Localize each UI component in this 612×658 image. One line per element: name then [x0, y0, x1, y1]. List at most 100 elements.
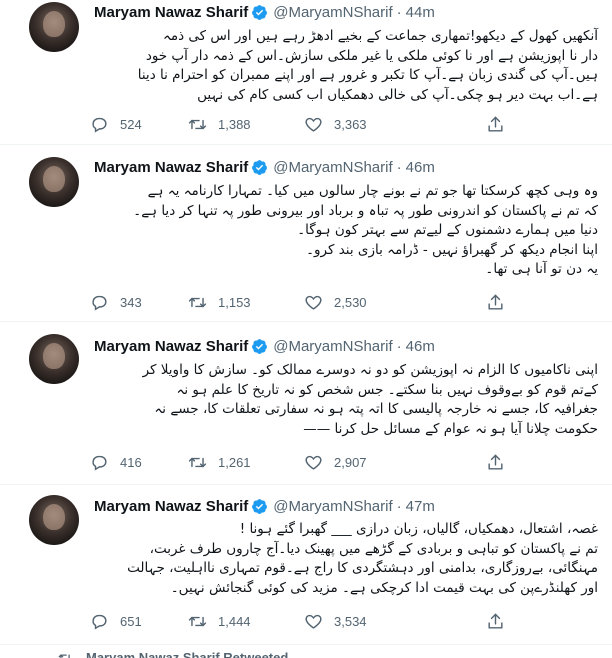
- reply-button[interactable]: 416: [90, 453, 142, 472]
- heart-icon: [305, 614, 322, 629]
- share-icon: [488, 454, 503, 470]
- tweet-header: Maryam Nawaz Sharif @MaryamNSharif · 46m: [94, 159, 435, 176]
- verified-badge-icon: [252, 5, 268, 20]
- tweet-text-line: اپنی ناکامیوں کا الزام نہ اپوزیشن کو دو …: [142, 362, 598, 378]
- reply-icon: [92, 614, 107, 630]
- like-button[interactable]: 2,907: [304, 453, 367, 472]
- like-count: 3,534: [334, 614, 367, 629]
- author-name[interactable]: Maryam Nawaz Sharif: [94, 159, 248, 176]
- tweet-text-line: آنکھیں کھول کے دیکھو!تمھاری جماعت کے بخی…: [162, 28, 598, 44]
- share-button[interactable]: [486, 612, 516, 631]
- share-button[interactable]: [486, 293, 516, 312]
- separator-dot: ·: [396, 159, 402, 176]
- separator-dot: ·: [396, 338, 402, 355]
- like-count: 2,907: [334, 455, 367, 470]
- tweet-text-line: حکومت چلانا آیا ہو نہ عوام کے مسائل حل ک…: [303, 420, 598, 437]
- retweet-button[interactable]: 1,261: [188, 453, 251, 472]
- tweet-text: غصہ، اشتعال، دھمکیاں، گالیاں، زبان درازی…: [94, 520, 598, 598]
- timestamp[interactable]: 44m: [406, 4, 435, 21]
- timestamp[interactable]: 46m: [406, 338, 435, 355]
- avatar[interactable]: [29, 334, 79, 384]
- share-button[interactable]: [486, 115, 516, 134]
- tweet-text: اپنی ناکامیوں کا الزام نہ اپوزیشن کو دو …: [94, 361, 598, 439]
- tweet-text-line: دنیا میں ہمارے دشمنوں کے لیےتم سے بہتر ک…: [297, 222, 598, 238]
- tweet[interactable]: Maryam Nawaz Sharif @MaryamNSharif · 47m…: [0, 485, 612, 645]
- reply-button[interactable]: 651: [90, 612, 142, 631]
- retweet-icon: [188, 297, 207, 308]
- heart-icon: [305, 295, 322, 310]
- author-handle[interactable]: @MaryamNSharif: [273, 4, 392, 21]
- tweet-header: Maryam Nawaz Sharif @MaryamNSharif · 44m: [94, 4, 435, 21]
- retweet-icon: [188, 119, 207, 130]
- author-name[interactable]: Maryam Nawaz Sharif: [94, 4, 248, 21]
- avatar[interactable]: [29, 2, 79, 52]
- tweet-text-line: دار نا اپوزیشن ہے اور نا کوئی ملکی یا غی…: [145, 47, 598, 64]
- reply-icon: [92, 295, 107, 311]
- author-name[interactable]: Maryam Nawaz Sharif: [94, 338, 248, 355]
- share-icon: [488, 116, 503, 132]
- tweet-actions: 343 1,153 2,530: [90, 293, 510, 313]
- tweet-header: Maryam Nawaz Sharif @MaryamNSharif · 47m: [94, 498, 435, 515]
- tweet[interactable]: Maryam Nawaz Sharif @MaryamNSharif · 46m…: [0, 145, 612, 322]
- reply-count: 416: [120, 455, 142, 470]
- timestamp[interactable]: 47m: [406, 498, 435, 515]
- heart-icon: [305, 117, 322, 132]
- retweet-icon: [58, 653, 70, 658]
- author-name[interactable]: Maryam Nawaz Sharif: [94, 498, 248, 515]
- verified-badge-icon: [252, 499, 268, 514]
- share-button[interactable]: [486, 453, 516, 472]
- separator-dot: ·: [396, 4, 402, 21]
- reply-count: 524: [120, 117, 142, 132]
- reply-button[interactable]: 343: [90, 293, 142, 312]
- like-count: 2,530: [334, 295, 367, 310]
- timestamp[interactable]: 46m: [406, 159, 435, 176]
- retweet-count: 1,153: [218, 295, 251, 310]
- tweet-text: وہ وہی کچھ کرسکتا تھا جو تم نے بونے چار …: [94, 182, 598, 280]
- tweet-text-line: یہ دن تو آنا ہی تھا۔: [485, 261, 598, 277]
- retweet-count: 1,444: [218, 614, 251, 629]
- tweet-text-line: ہیں۔آپ کی گندی زبان ہے۔آپ کا تکبر و غرور…: [137, 67, 598, 83]
- tweet[interactable]: Maryam Nawaz Sharif @MaryamNSharif · 46m…: [0, 322, 612, 485]
- tweet-text-line: غصہ، اشتعال، دھمکیاں، گالیاں، زبان درازی…: [239, 521, 598, 537]
- tweet-text-line: تم نے پاکستان کو تباہی و بربادی کے گڑھے …: [149, 540, 598, 557]
- like-count: 3,363: [334, 117, 367, 132]
- author-handle[interactable]: @MaryamNSharif: [273, 338, 392, 355]
- author-handle[interactable]: @MaryamNSharif: [273, 159, 392, 176]
- retweet-icon: [188, 616, 207, 627]
- retweet-button[interactable]: 1,388: [188, 115, 251, 134]
- tweet-text-line: جغرافیہ کا، جسے نہ خارجہ پالیسی کا اتہ پ…: [154, 401, 598, 417]
- tweet-text-line: کہ تم نے پاکستان کو اندرونی طور پہ تباہ …: [133, 202, 598, 219]
- heart-icon: [305, 455, 322, 470]
- separator-dot: ·: [396, 498, 402, 515]
- retweet-button[interactable]: 1,444: [188, 612, 251, 631]
- like-button[interactable]: 3,534: [304, 612, 367, 631]
- retweeted-label: Maryam Nawaz Sharif Retweeted: [86, 650, 289, 658]
- like-button[interactable]: 2,530: [304, 293, 367, 312]
- tweet-actions: 416 1,261 2,907: [90, 453, 510, 473]
- tweet-text: آنکھیں کھول کے دیکھو!تمھاری جماعت کے بخی…: [94, 27, 598, 105]
- tweet-text-line: کےتم قوم کو بےوقوف نہیں بنا سکتے۔ جس شخص…: [176, 381, 598, 398]
- verified-badge-icon: [252, 339, 268, 354]
- avatar[interactable]: [29, 157, 79, 207]
- reply-button[interactable]: 524: [90, 115, 142, 134]
- retweet-count: 1,261: [218, 455, 251, 470]
- reply-icon: [92, 455, 107, 471]
- retweeted-indicator[interactable]: Maryam Nawaz Sharif Retweeted: [58, 650, 288, 658]
- tweet-header: Maryam Nawaz Sharif @MaryamNSharif · 46m: [94, 338, 435, 355]
- verified-badge-icon: [252, 160, 268, 175]
- tweet-actions: 651 1,444 3,534: [90, 612, 510, 632]
- reply-count: 343: [120, 295, 142, 310]
- reply-count: 651: [120, 614, 142, 629]
- tweet-text-line: وہ وہی کچھ کرسکتا تھا جو تم نے بونے چار …: [147, 183, 598, 199]
- share-icon: [488, 613, 503, 629]
- avatar[interactable]: [29, 495, 79, 545]
- reply-icon: [92, 117, 107, 133]
- author-handle[interactable]: @MaryamNSharif: [273, 498, 392, 515]
- tweet[interactable]: Maryam Nawaz Sharif @MaryamNSharif · 44m…: [0, 0, 612, 145]
- tweet-text-line: ہے۔اب بہت دیر ہو چکی۔آپ کی خالی دھمکیاں …: [197, 86, 598, 103]
- share-icon: [488, 294, 503, 310]
- retweet-button[interactable]: 1,153: [188, 293, 251, 312]
- retweet-count: 1,388: [218, 117, 251, 132]
- like-button[interactable]: 3,363: [304, 115, 367, 134]
- tweet-text-line: اور کھلنڈرےپن کی بہت قیمت ادا کرچکی ہے۔ …: [170, 579, 598, 596]
